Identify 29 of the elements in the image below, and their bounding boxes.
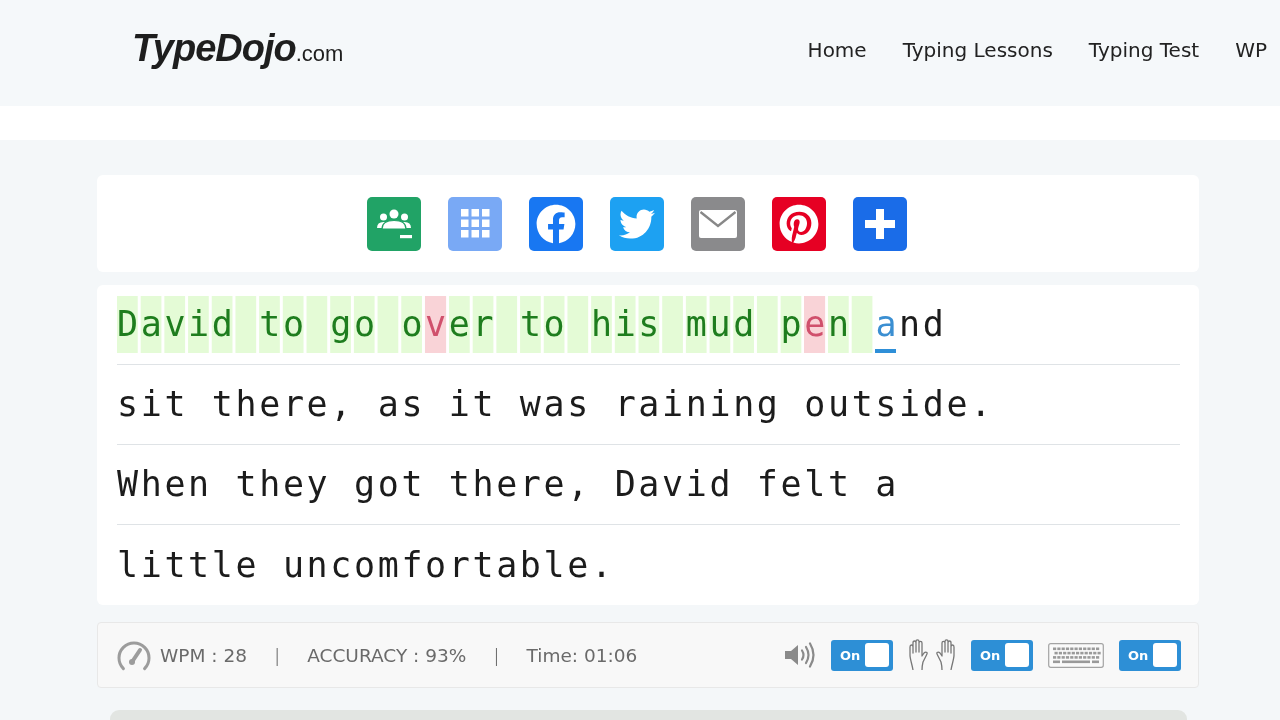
- passage-text: nd: [899, 303, 947, 346]
- hands-icon: [908, 639, 956, 671]
- keyboard-icon: [1048, 642, 1104, 668]
- nav-link[interactable]: Home: [807, 38, 867, 62]
- stat-text: ACCURACY : 93%: [307, 644, 467, 666]
- mistyped-letter: e: [804, 296, 828, 353]
- typed-text: n: [827, 296, 876, 353]
- nav-link[interactable]: Typing Lessons: [902, 38, 1053, 62]
- gauge-icon: [116, 639, 152, 671]
- bird-icon[interactable]: [610, 196, 664, 251]
- passage-text: sit there, as it was raining outside.: [117, 383, 994, 426]
- passage-text: little uncomfortable.: [117, 543, 615, 587]
- nav-link[interactable]: WP: [1235, 38, 1267, 62]
- speaker-icon: [784, 641, 816, 669]
- facebook-icon[interactable]: [529, 196, 583, 251]
- envelope-icon[interactable]: [691, 196, 745, 251]
- pinterest-icon[interactable]: [772, 196, 826, 251]
- mistyped-letter: v: [425, 296, 449, 353]
- divider-text: |: [273, 644, 281, 666]
- site-logo[interactable]: TypeDojo.com: [132, 26, 344, 70]
- nav-link[interactable]: Typing Test: [1088, 38, 1200, 62]
- stat-text: WPM : 28: [160, 644, 247, 666]
- stat-text: Time: 01:06: [526, 644, 638, 666]
- grid-icon[interactable]: [448, 196, 502, 251]
- typed-text: er to his mud p: [448, 296, 805, 353]
- passage-text: When they got there, David felt a: [117, 463, 900, 506]
- divider-text: |: [493, 644, 500, 666]
- plus-icon[interactable]: [853, 196, 907, 251]
- people-board-icon[interactable]: [367, 196, 421, 251]
